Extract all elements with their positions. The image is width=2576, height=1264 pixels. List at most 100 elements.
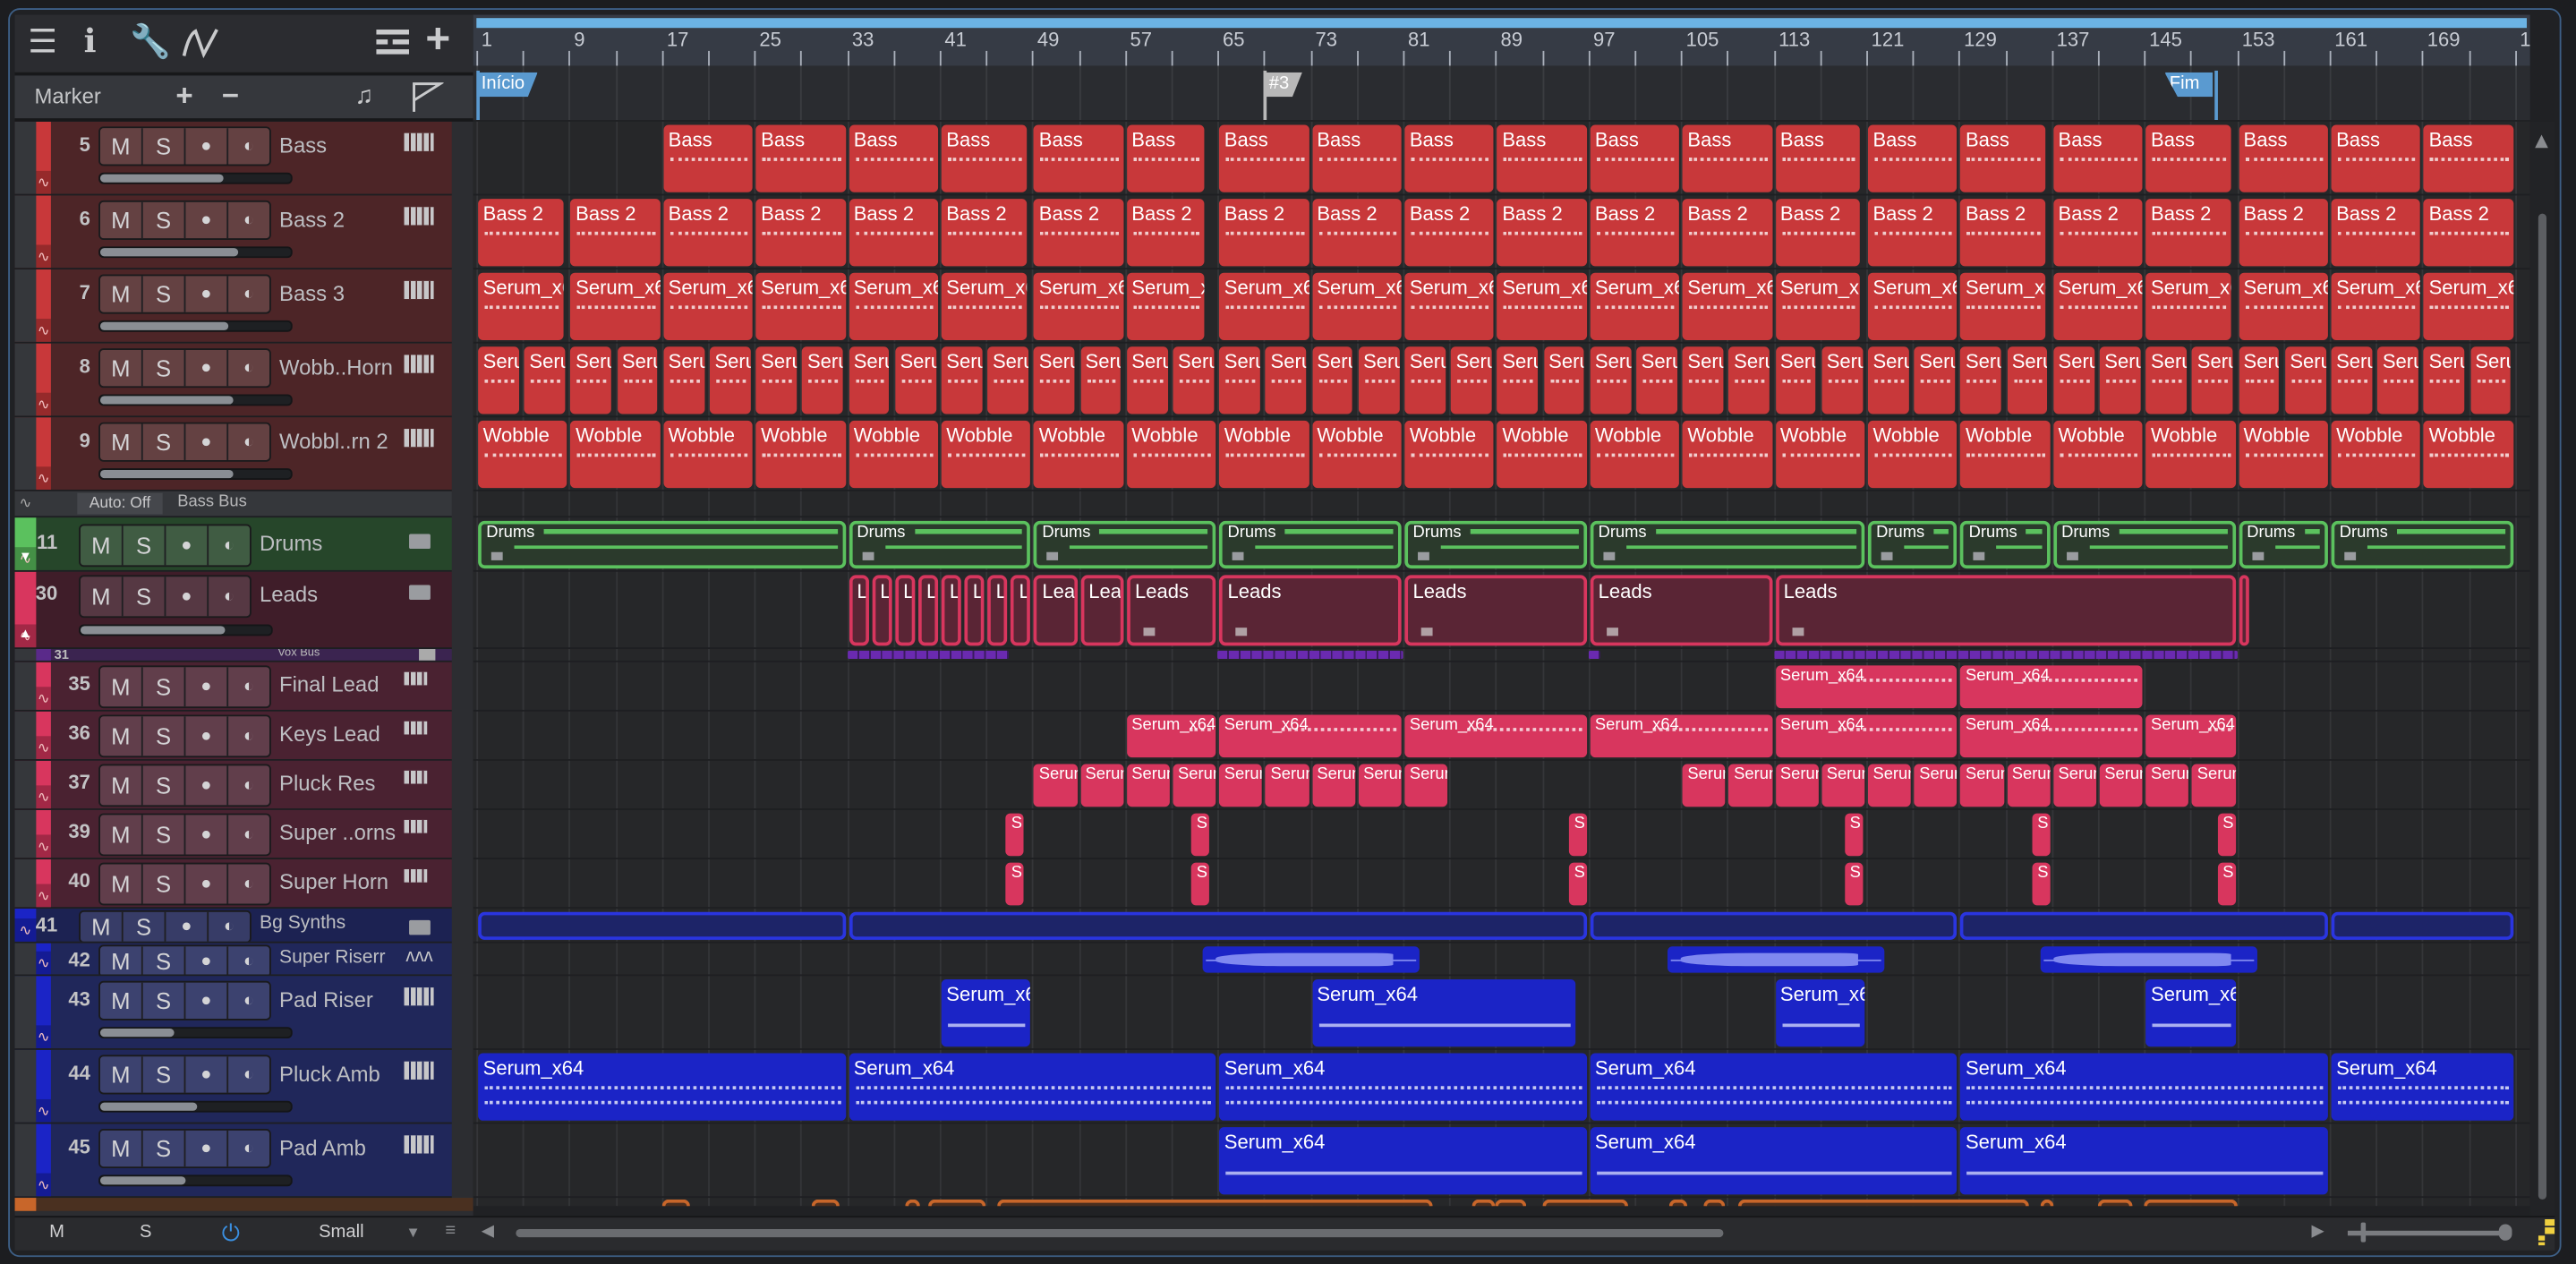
note-clip-8[interactable]: Serum_x64 — [894, 346, 936, 414]
note-clip-6[interactable]: Bass 2 — [941, 199, 1027, 267]
note-clip-8[interactable]: Serum_x64 — [1126, 346, 1168, 414]
track-name[interactable]: Bass 3 — [279, 281, 345, 306]
vertical-scroll-thumb[interactable] — [2538, 213, 2547, 1200]
solo-button[interactable]: S — [143, 765, 186, 806]
note-clip-8[interactable]: Serum_x64 — [1358, 346, 1400, 414]
note-clip-7[interactable]: Serum_x64 — [1682, 272, 1772, 340]
record-arm-button[interactable]: ● — [166, 525, 209, 565]
solo-button[interactable]: S — [143, 276, 186, 312]
note-clip-40[interactable]: S — [2217, 862, 2236, 906]
mute-button[interactable]: M — [100, 349, 143, 387]
folder-clip-41[interactable] — [478, 911, 846, 940]
note-clip-8[interactable]: Serum_x64 — [1636, 346, 1677, 414]
note-clip-9[interactable]: Wobble — [1867, 420, 1958, 489]
track-header-drums[interactable]: ∿ ▼ 11 M S ● ◐ Drums — [14, 517, 452, 572]
note-clip-5[interactable]: Bass — [1311, 124, 1402, 192]
record-arm-button[interactable]: ● — [166, 576, 209, 617]
note-clip-9[interactable]: Wobble — [1034, 420, 1124, 489]
note-clip-7[interactable]: Serum_x64 — [1497, 272, 1587, 340]
track-header-pluck-amb[interactable]: ∿ 44 M S ● ◐ Pluck Amb — [14, 1049, 452, 1124]
note-clip-43[interactable]: Serum_x64 — [941, 978, 1031, 1047]
note-clip-7[interactable]: Serum_x64 — [570, 272, 661, 340]
note-clip-8[interactable]: Serum_x64 — [1775, 346, 1816, 414]
note-clip-5[interactable]: Bass — [1404, 124, 1495, 192]
note-clip-39[interactable]: S — [1191, 813, 1209, 857]
note-clip-37[interactable]: Serum — [1775, 764, 1819, 807]
automation-icon[interactable]: ∿ — [36, 834, 51, 858]
orange-clip[interactable] — [905, 1199, 920, 1207]
mute-button[interactable]: M — [100, 864, 143, 904]
track-header-pluck-res[interactable]: ∿ 37 M S ● ◐ Pluck Res — [14, 760, 452, 810]
note-clip-5[interactable]: Bass — [1775, 124, 1861, 192]
folder-clip-11[interactable]: Drums — [849, 520, 1031, 569]
folder-clip-30[interactable]: L — [1011, 575, 1031, 646]
solo-button[interactable]: S — [143, 1130, 186, 1167]
folder-clip-11[interactable]: Drums — [2331, 520, 2513, 569]
note-clip-8[interactable]: Serum_x64 — [1034, 346, 1075, 414]
volume-slider[interactable] — [98, 1027, 293, 1039]
list-icon[interactable] — [376, 30, 410, 64]
note-clip-43[interactable]: Serum_x64 — [1775, 978, 1865, 1047]
record-arm-button[interactable]: ● — [185, 128, 229, 165]
record-arm-button[interactable]: ● — [185, 276, 229, 312]
note-clip-6[interactable]: Bass 2 — [2145, 199, 2231, 267]
monitor-button[interactable]: ◐ — [228, 864, 269, 903]
note-clip-8[interactable]: Serum_x64 — [1728, 346, 1770, 414]
automation-icon[interactable]: ∿ — [36, 951, 51, 975]
note-clip-5[interactable]: Bass — [1034, 124, 1124, 192]
automation-icon[interactable] — [179, 25, 225, 70]
note-clip-8[interactable]: Serum_x64 — [2284, 346, 2326, 414]
folder-clip-41[interactable] — [1960, 911, 2328, 940]
note-clip-36[interactable]: Serum_x64 — [1126, 714, 1216, 758]
track-name[interactable]: Wobb..Horn — [279, 354, 393, 380]
note-clip-7[interactable]: Serum_x64 — [2145, 272, 2231, 340]
automation-icon[interactable]: ∿ — [36, 687, 51, 710]
monitor-button[interactable]: ◐ — [228, 1131, 269, 1166]
record-arm-button[interactable]: ● — [185, 1130, 229, 1167]
folder-clip-30[interactable]: L — [849, 575, 869, 646]
note-clip-6[interactable]: Bass 2 — [1497, 199, 1587, 267]
track-name[interactable]: Final Lead — [279, 672, 379, 697]
folder-clip-11[interactable]: Drums — [1404, 520, 1587, 569]
orange-clip[interactable] — [1541, 1199, 1629, 1207]
audio-clip-42[interactable] — [1203, 946, 1420, 973]
note-clip-39[interactable]: S — [2217, 813, 2236, 857]
note-clip-8[interactable]: Serum_x64 — [1219, 346, 1260, 414]
monitor-button[interactable]: ◐ — [228, 202, 269, 238]
volume-slider[interactable] — [98, 172, 293, 184]
track-header-bass-3[interactable]: ∿ 7 M S ● ◐ Bass 3 — [14, 269, 452, 344]
folder-clip-41[interactable] — [849, 911, 1587, 940]
track-header-leads[interactable]: ∿ ▲ 30 M S ● ◐ Leads — [14, 571, 452, 650]
note-clip-7[interactable]: Serum_x64 — [2239, 272, 2328, 340]
mute-button[interactable]: M — [81, 576, 124, 617]
note-clip-44[interactable]: Serum_x64 — [1960, 1053, 2328, 1121]
note-clip-8[interactable]: Serum_x64 — [2239, 346, 2280, 414]
note-clip-5[interactable]: Bass — [1497, 124, 1587, 192]
folder-clip-41[interactable] — [1590, 911, 1958, 940]
note-clip-39[interactable]: S — [1569, 813, 1587, 857]
note-clip-9[interactable]: Wobble — [1590, 420, 1680, 489]
automation-mode-button[interactable]: Auto: Off — [77, 492, 163, 515]
track-name[interactable]: Pluck Res — [279, 771, 375, 796]
track-name[interactable]: Bass — [279, 133, 327, 158]
note-clip-37[interactable]: Serum — [2192, 764, 2236, 807]
note-clip-37[interactable]: Serum — [1080, 764, 1124, 807]
folder-icon[interactable] — [409, 919, 431, 935]
note-clip-5[interactable]: Bass — [2331, 124, 2421, 192]
solo-button[interactable]: S — [124, 576, 166, 617]
note-clip-8[interactable]: Serum_x64 — [524, 346, 566, 414]
wrench-icon[interactable]: 🔧 — [130, 26, 171, 59]
automation-icon[interactable]: ∿ — [36, 785, 51, 809]
note-clip-37[interactable]: Serum — [1404, 764, 1448, 807]
automation-icon[interactable]: ∿ — [36, 736, 51, 760]
folder-clip-30[interactable]: Leads — [1404, 575, 1587, 646]
orange-clip[interactable] — [661, 1199, 690, 1207]
note-clip-6[interactable]: Bass 2 — [2053, 199, 2143, 267]
mute-button[interactable]: M — [81, 525, 124, 565]
record-arm-button[interactable]: ● — [185, 201, 229, 239]
note-clip-9[interactable]: Wobble — [570, 420, 661, 489]
monitor-button[interactable]: ◐ — [228, 716, 269, 756]
record-arm-button[interactable]: ● — [185, 946, 229, 975]
note-clip-40[interactable]: S — [1006, 862, 1024, 906]
note-clip-40[interactable]: S — [2032, 862, 2051, 906]
